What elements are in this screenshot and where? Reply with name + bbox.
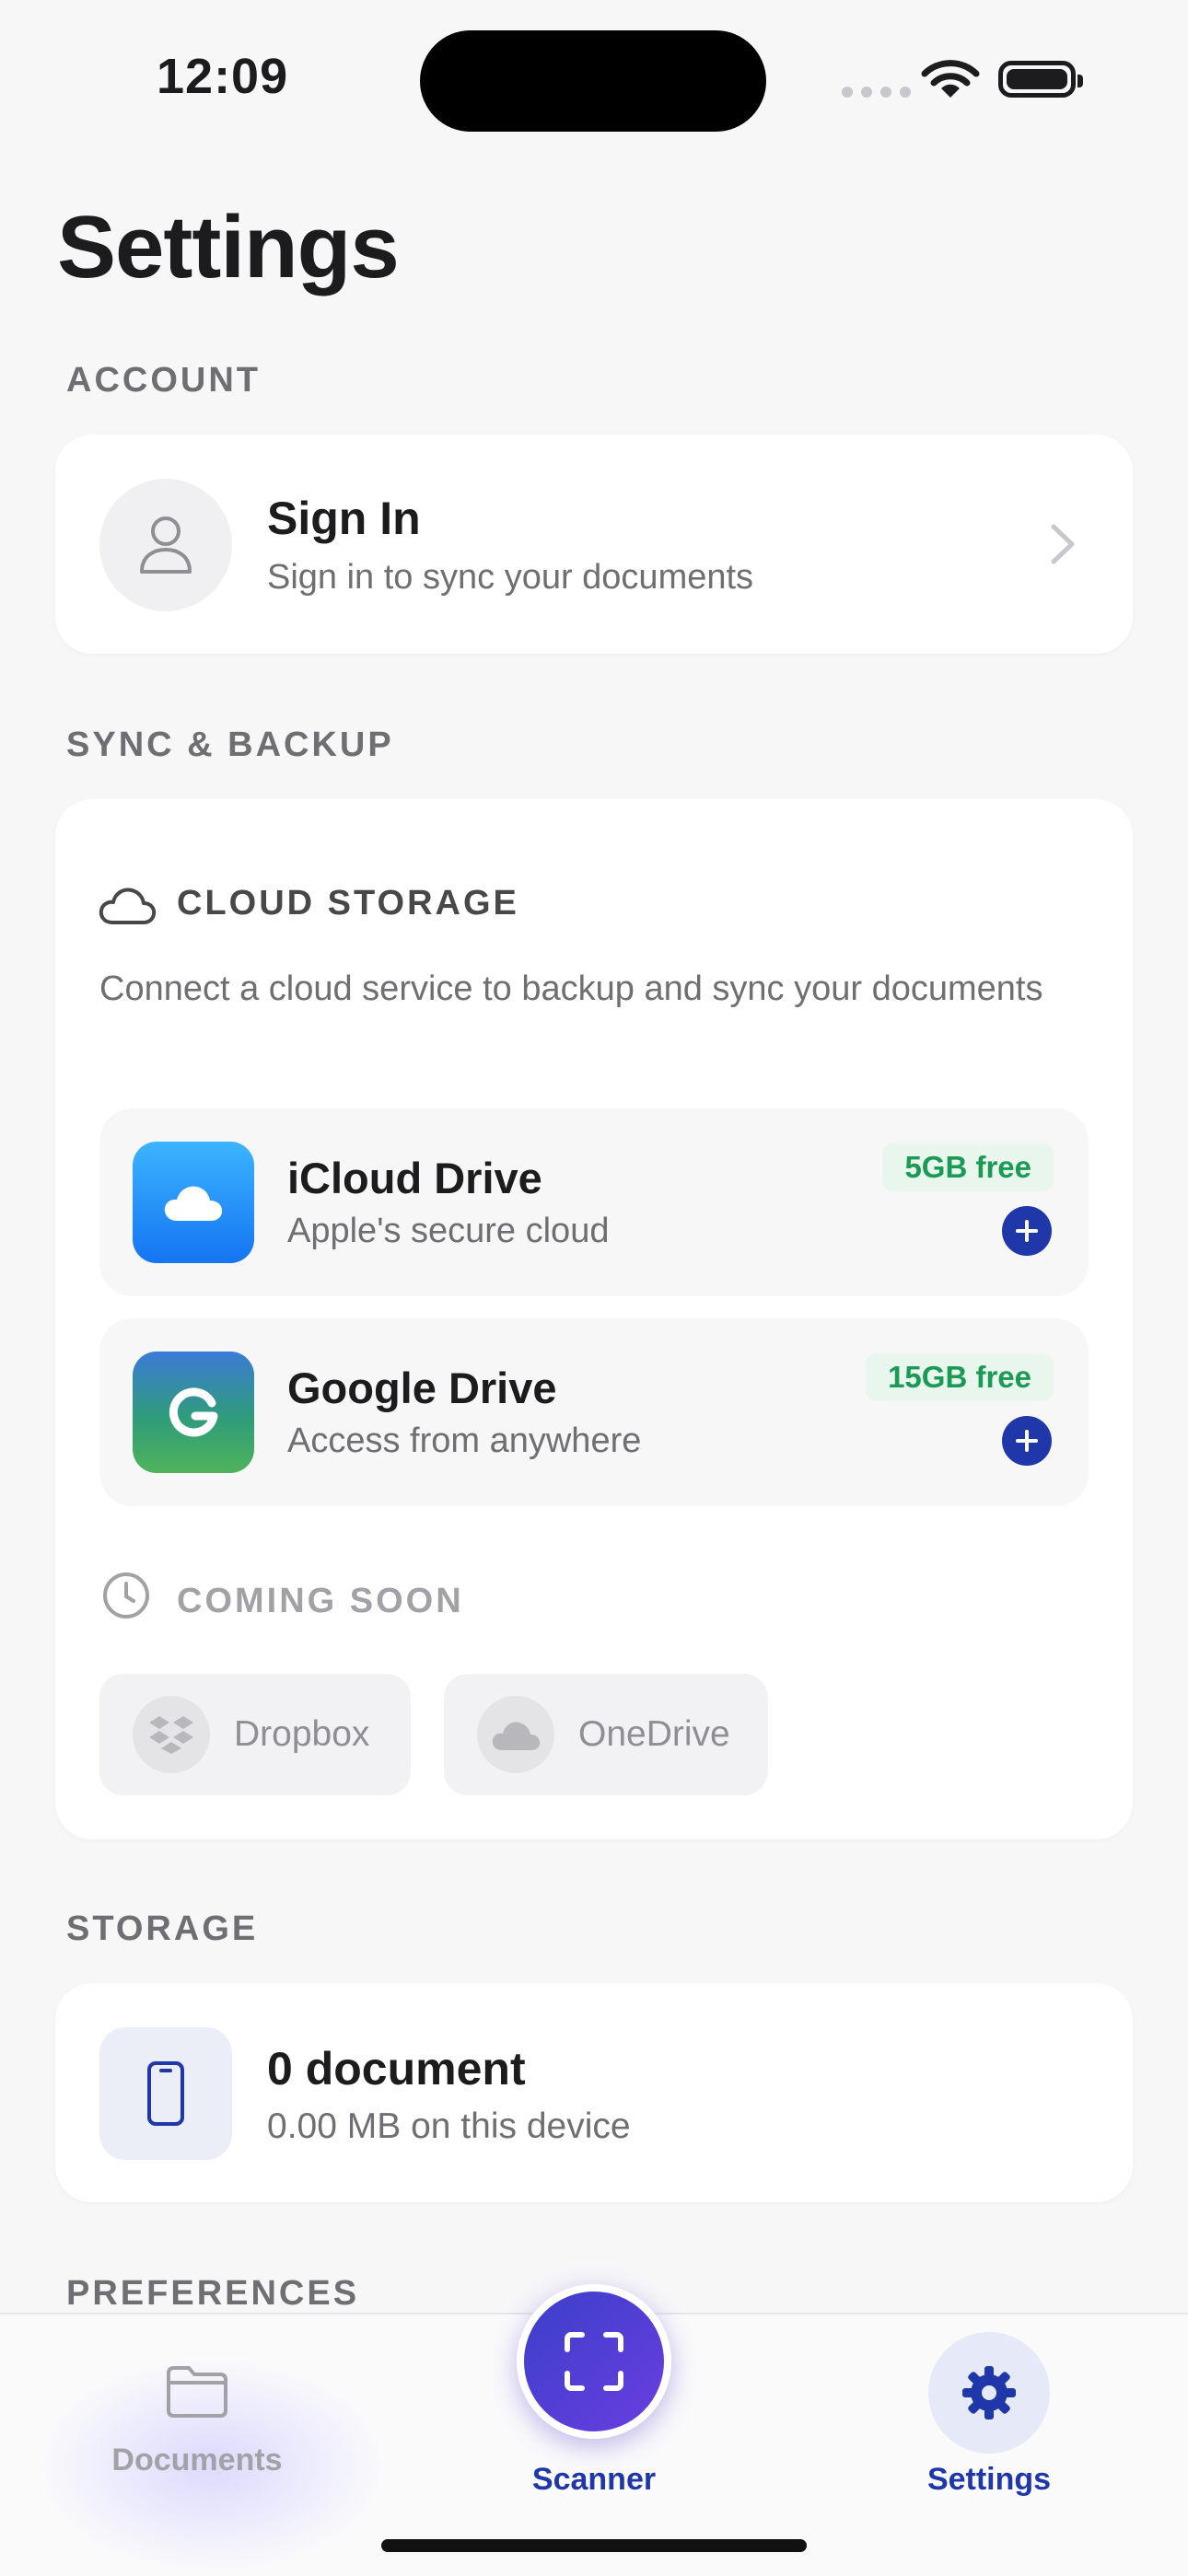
add-icloud-button[interactable] [1002, 1206, 1052, 1256]
device-box [99, 2027, 232, 2160]
provider-description: Access from anywhere [287, 1421, 642, 1460]
sign-in-card[interactable]: Sign In Sign in to sync your documents [55, 435, 1133, 654]
add-google-drive-button[interactable] [1002, 1416, 1052, 1466]
user-icon [140, 516, 192, 574]
section-label-preferences: PREFERENCES [66, 2274, 360, 2313]
coming-soon-dropbox: Dropbox [99, 1674, 411, 1795]
cloud-icon [98, 886, 157, 931]
tab-documents[interactable]: Documents [59, 2364, 335, 2478]
sign-in-title: Sign In [267, 493, 421, 544]
provider-icloud-drive[interactable]: iCloud Drive Apple's secure cloud 5GB fr… [99, 1108, 1089, 1296]
dropbox-icon [133, 1696, 210, 1773]
folder-icon [167, 2366, 227, 2418]
tab-settings-highlight[interactable] [928, 2332, 1050, 2454]
coming-soon-name: Dropbox [234, 1714, 370, 1754]
section-label-storage: STORAGE [66, 1909, 259, 1948]
clock-icon [101, 1571, 151, 1625]
section-label-sync: SYNC & BACKUP [66, 725, 394, 764]
chevron-right-icon [1050, 523, 1076, 570]
tab-scanner[interactable]: Scanner [456, 2462, 732, 2498]
free-space-badge: 5GB free [882, 1143, 1054, 1191]
dynamic-island [420, 30, 766, 132]
gear-icon [962, 2366, 1016, 2419]
tab-label: Settings [926, 2462, 1052, 2497]
provider-description: Apple's secure cloud [287, 1212, 610, 1250]
cellular-signal-icon [842, 87, 911, 98]
tab-settings[interactable]: Settings [851, 2462, 1127, 2498]
provider-name: iCloud Drive [287, 1154, 542, 1202]
coming-soon-label: COMING SOON [177, 1582, 464, 1620]
status-time: 12:09 [157, 49, 289, 104]
scan-icon [565, 2332, 623, 2391]
document-count: 0 document [267, 2043, 526, 2094]
phone-icon [147, 2061, 184, 2126]
section-label-account: ACCOUNT [66, 361, 261, 400]
coming-soon-name: OneDrive [578, 1714, 730, 1754]
sign-in-subtitle: Sign in to sync your documents [267, 558, 754, 597]
page-title: Settings [57, 198, 400, 296]
plus-icon [1016, 1430, 1038, 1452]
storage-card: 0 document 0.00 MB on this device [55, 1983, 1133, 2202]
wifi-icon [921, 57, 980, 106]
cloud-storage-label: CLOUD STORAGE [177, 884, 519, 922]
onedrive-icon [477, 1696, 554, 1773]
home-indicator [381, 2539, 807, 2552]
icloud-icon [133, 1142, 254, 1263]
tab-label: Scanner [531, 2462, 657, 2497]
provider-google-drive[interactable]: Google Drive Access from anywhere 15GB f… [99, 1318, 1089, 1506]
tab-label: Documents [111, 2443, 283, 2477]
storage-usage: 0.00 MB on this device [267, 2106, 631, 2146]
coming-soon-onedrive: OneDrive [444, 1674, 768, 1795]
avatar [99, 479, 232, 611]
provider-name: Google Drive [287, 1363, 557, 1412]
plus-icon [1016, 1220, 1038, 1242]
cloud-storage-description: Connect a cloud service to backup and sy… [99, 969, 1043, 1008]
cloud-storage-card: CLOUD STORAGE Connect a cloud service to… [55, 799, 1133, 1839]
google-drive-icon [133, 1352, 254, 1473]
free-space-badge: 15GB free [866, 1353, 1054, 1401]
battery-icon [998, 61, 1083, 98]
scanner-button[interactable] [517, 2284, 671, 2439]
